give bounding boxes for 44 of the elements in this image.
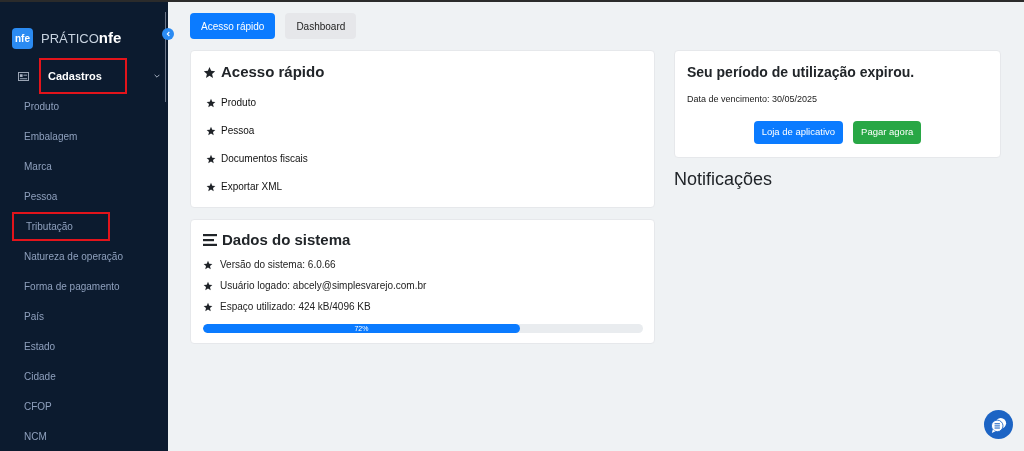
sidebar-item[interactable]: CFOP — [12, 391, 52, 421]
quick-link[interactable]: Pessoa — [221, 123, 255, 138]
sidebar-item[interactable]: Cidade — [12, 361, 56, 391]
tab[interactable]: Dashboard — [285, 13, 357, 39]
sidebar-item[interactable]: Tributação — [12, 211, 110, 241]
chat-button[interactable] — [984, 410, 1013, 439]
chevron-left-icon — [166, 31, 170, 37]
star-icon — [206, 181, 216, 192]
star-icon — [203, 259, 213, 270]
sidebar-item[interactable]: Natureza de operação — [12, 241, 123, 271]
card-icon — [18, 71, 29, 81]
sidebar-item[interactable]: Produto — [12, 91, 60, 121]
quick-link[interactable]: Exportar XML — [221, 179, 283, 194]
card-title: Acesso rápido — [221, 62, 325, 82]
info-text: Versão do sistema: 6.0.66 — [220, 258, 336, 272]
chat-icon — [989, 416, 1008, 433]
star-icon — [206, 125, 216, 136]
quick-link[interactable]: Produto — [221, 95, 257, 110]
star-icon — [203, 65, 216, 79]
info-text: Espaço utilizado: 424 kB/4096 KB — [220, 300, 371, 314]
logo-text: PRÁTICOnfe — [41, 28, 122, 49]
info-text: Usuário logado: abcely@simplesvarejo.com.br — [220, 279, 427, 293]
quick-link[interactable]: Documentos fiscais — [221, 151, 308, 166]
sidebar-item[interactable]: NCM — [12, 421, 47, 451]
card-title: Dados do sistema — [222, 229, 351, 250]
sidebar-item[interactable]: País — [12, 301, 44, 331]
sidebar-group[interactable]: Cadastros — [39, 58, 127, 94]
star-icon — [206, 153, 216, 164]
sidebar-item[interactable]: Forma de pagamento — [12, 271, 120, 301]
tab[interactable]: Acesso rápido — [190, 13, 276, 39]
action-button[interactable]: Loja de aplicativo — [753, 120, 844, 144]
star-icon — [203, 301, 213, 312]
notifications-title: Notificações — [674, 167, 774, 191]
sidebar-item[interactable]: Embalagem — [12, 121, 78, 151]
sidebar-item[interactable]: Pessoa — [12, 181, 58, 211]
menu-icon — [203, 233, 217, 246]
star-icon — [206, 97, 216, 108]
logo-icon: nfe — [12, 28, 33, 49]
card-title: Seu período de utilização expirou. — [687, 63, 916, 82]
sidebar-item[interactable]: Marca — [12, 151, 52, 181]
collapse-button[interactable] — [162, 28, 174, 40]
due-date: Data de vencimento: 30/05/2025 — [687, 93, 819, 106]
sidebar-item[interactable]: Estado — [12, 331, 56, 361]
star-icon — [203, 280, 213, 291]
